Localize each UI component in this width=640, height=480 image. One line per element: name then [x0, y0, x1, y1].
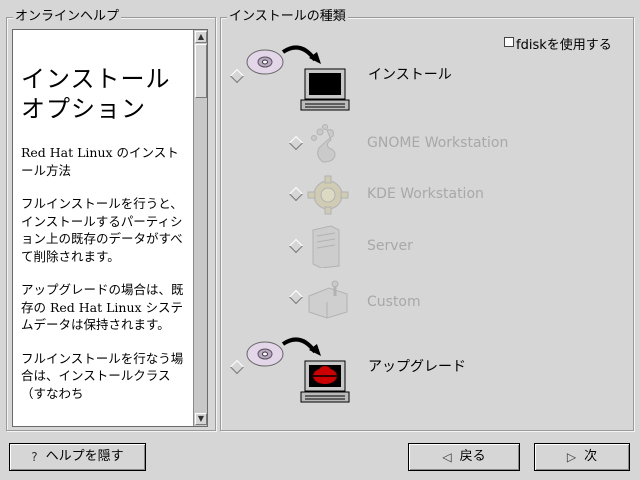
- online-help-frame-title: オンラインヘルプ: [13, 9, 122, 25]
- install-type-frame-title: インストールの種類: [227, 9, 348, 25]
- kde-radio[interactable]: [288, 186, 304, 202]
- install-radio[interactable]: [229, 68, 245, 84]
- help-scrollbar[interactable]: ▲ ▼: [193, 30, 207, 426]
- install-cd-computer-icon: [246, 45, 350, 111]
- install-option-label[interactable]: インストール: [368, 67, 452, 83]
- hide-help-label: ヘルプを隠す: [45, 449, 124, 464]
- gnome-foot-icon: [311, 124, 336, 163]
- custom-toolbox-icon: [308, 280, 348, 319]
- scroll-down-arrow-icon[interactable]: ▼: [195, 413, 207, 425]
- scroll-up-arrow-icon[interactable]: ▲: [195, 31, 207, 43]
- kde-workstation-option[interactable]: KDE Workstation: [221, 175, 621, 215]
- left-triangle-icon: ◁: [442, 450, 452, 464]
- question-icon: ?: [31, 450, 38, 464]
- upgrade-option-label[interactable]: アップグレード: [368, 359, 466, 375]
- back-label: 戻る: [459, 449, 486, 464]
- custom-option[interactable]: Custom: [221, 280, 621, 320]
- help-paragraph: フルインストールを行なう場合は、インストールクラス（すなわち: [21, 350, 184, 401]
- back-button[interactable]: ◁ 戻る: [408, 443, 520, 471]
- right-triangle-icon: ▷: [566, 450, 577, 464]
- help-content: インストールオプション Red Hat Linux のインストール方法 フルイン…: [21, 36, 191, 418]
- help-text-view[interactable]: インストールオプション Red Hat Linux のインストール方法 フルイン…: [12, 29, 208, 427]
- gnome-workstation-option[interactable]: GNOME Workstation: [221, 122, 621, 163]
- custom-option-label[interactable]: Custom: [367, 294, 421, 310]
- help-paragraph: アップグレードの場合は、既存の Red Hat Linux システムデータは保持…: [21, 282, 184, 332]
- upgrade-cd-redhat-icon: [246, 337, 350, 403]
- kde-option-label[interactable]: KDE Workstation: [367, 186, 484, 202]
- help-paragraph: Red Hat Linux のインストール方法: [21, 145, 179, 178]
- online-help-frame: オンラインヘルプ インストールオプション Red Hat Linux のインスト…: [6, 9, 216, 431]
- server-tower-icon: [312, 225, 340, 268]
- help-heading: インストールオプション: [21, 65, 171, 123]
- install-type-frame: インストールの種類 fdiskを使用する インストール GNOME Workst…: [220, 9, 634, 431]
- server-option[interactable]: Server: [221, 224, 621, 268]
- upgrade-radio[interactable]: [229, 359, 245, 375]
- server-option-label[interactable]: Server: [367, 238, 413, 254]
- server-radio[interactable]: [288, 238, 304, 254]
- next-button[interactable]: ▷ 次: [534, 443, 630, 471]
- upgrade-option[interactable]: アップグレード: [221, 336, 621, 403]
- scroll-thumb[interactable]: [195, 44, 207, 98]
- gnome-option-label[interactable]: GNOME Workstation: [367, 135, 508, 151]
- help-paragraph: フルインストールを行うと、インストールするパーティション上の既存のデータがすべて…: [21, 196, 183, 264]
- kde-gear-icon: [307, 175, 349, 215]
- hide-help-button[interactable]: ? ヘルプを隠す: [9, 443, 146, 471]
- install-option[interactable]: インストール: [221, 44, 621, 111]
- custom-radio[interactable]: [288, 289, 304, 305]
- gnome-radio[interactable]: [288, 135, 304, 151]
- next-label: 次: [584, 449, 598, 464]
